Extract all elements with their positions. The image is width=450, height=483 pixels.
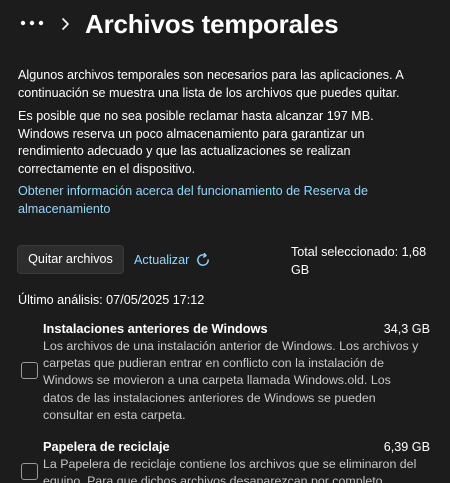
intro-paragraph-1: Algunos archivos temporales son necesari… xyxy=(18,68,404,100)
refresh-label: Actualizar xyxy=(134,253,190,267)
intro-paragraph-2: Es posible que no sea posible reclamar h… xyxy=(18,109,374,176)
last-scan-timestamp: Último análisis: 07/05/2025 17:12 xyxy=(18,293,205,307)
temporary-files-page: Archivos temporales Algunos archivos tem… xyxy=(0,0,450,483)
refresh-icon xyxy=(197,252,210,266)
more-horizontal-icon[interactable] xyxy=(20,13,46,33)
page-header: Archivos temporales xyxy=(0,0,450,50)
item-size: 34,3 GB xyxy=(383,322,430,336)
storage-reserve-info-link[interactable]: Obtener información acerca del funcionam… xyxy=(18,182,418,218)
item-title: Instalaciones anteriores de Windows xyxy=(43,321,268,336)
total-selected: Total seleccionado: 1,68 GB xyxy=(291,245,427,277)
item-description: La Papelera de reciclaje contiene los ar… xyxy=(43,457,417,483)
item-title: Papelera de reciclaje xyxy=(43,439,170,454)
item-size: 6,39 GB xyxy=(383,440,430,454)
refresh-button[interactable]: Actualizar xyxy=(134,250,211,270)
item-description: Los archivos de una instalación anterior… xyxy=(43,339,419,422)
page-title: Archivos temporales xyxy=(85,9,339,39)
remove-files-button[interactable]: Quitar archivos xyxy=(17,245,124,274)
item-checkbox[interactable] xyxy=(21,463,38,480)
chevron-right-icon xyxy=(62,18,69,30)
item-checkbox[interactable] xyxy=(21,362,38,379)
